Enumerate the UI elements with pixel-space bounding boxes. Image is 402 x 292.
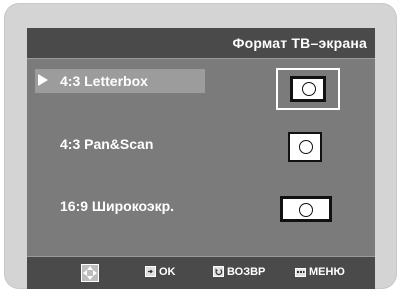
tv-widescreen-icon: [280, 196, 332, 222]
option-highlight: 4:3 Letterbox: [35, 69, 205, 93]
tv-panscan-icon: [288, 132, 322, 162]
option-label-box: 4:3 Pan&Scan: [35, 132, 205, 156]
return-icon: [213, 266, 224, 280]
menu-hint[interactable]: МЕНЮ: [295, 266, 345, 280]
option-label: 16:9 Широкоэкр.: [60, 198, 175, 214]
option-label: 4:3 Pan&Scan: [60, 136, 154, 152]
tv-letterbox-icon: [276, 68, 340, 110]
return-label: ВОЗВР: [227, 266, 266, 278]
ok-label: OK: [159, 266, 176, 278]
ok-icon: [145, 266, 156, 280]
page-title: Формат ТВ–экрана: [232, 35, 367, 51]
menu-label: МЕНЮ: [309, 266, 345, 278]
osd-footer: OK ВОЗВР МЕНЮ: [27, 256, 375, 289]
return-hint[interactable]: ВОЗВР: [213, 266, 265, 280]
dpad-icon[interactable]: [81, 264, 99, 285]
osd-header: Формат ТВ–экрана: [27, 28, 375, 59]
osd-screen: Формат ТВ–экрана 4:3 Letterbox 4:3 Pan&S…: [27, 28, 375, 289]
option-label-box: 16:9 Широкоэкр.: [35, 194, 205, 218]
option-label: 4:3 Letterbox: [60, 73, 148, 89]
ok-hint[interactable]: OK: [145, 266, 176, 280]
menu-icon: [295, 268, 306, 280]
selection-arrow-icon: [38, 74, 48, 86]
